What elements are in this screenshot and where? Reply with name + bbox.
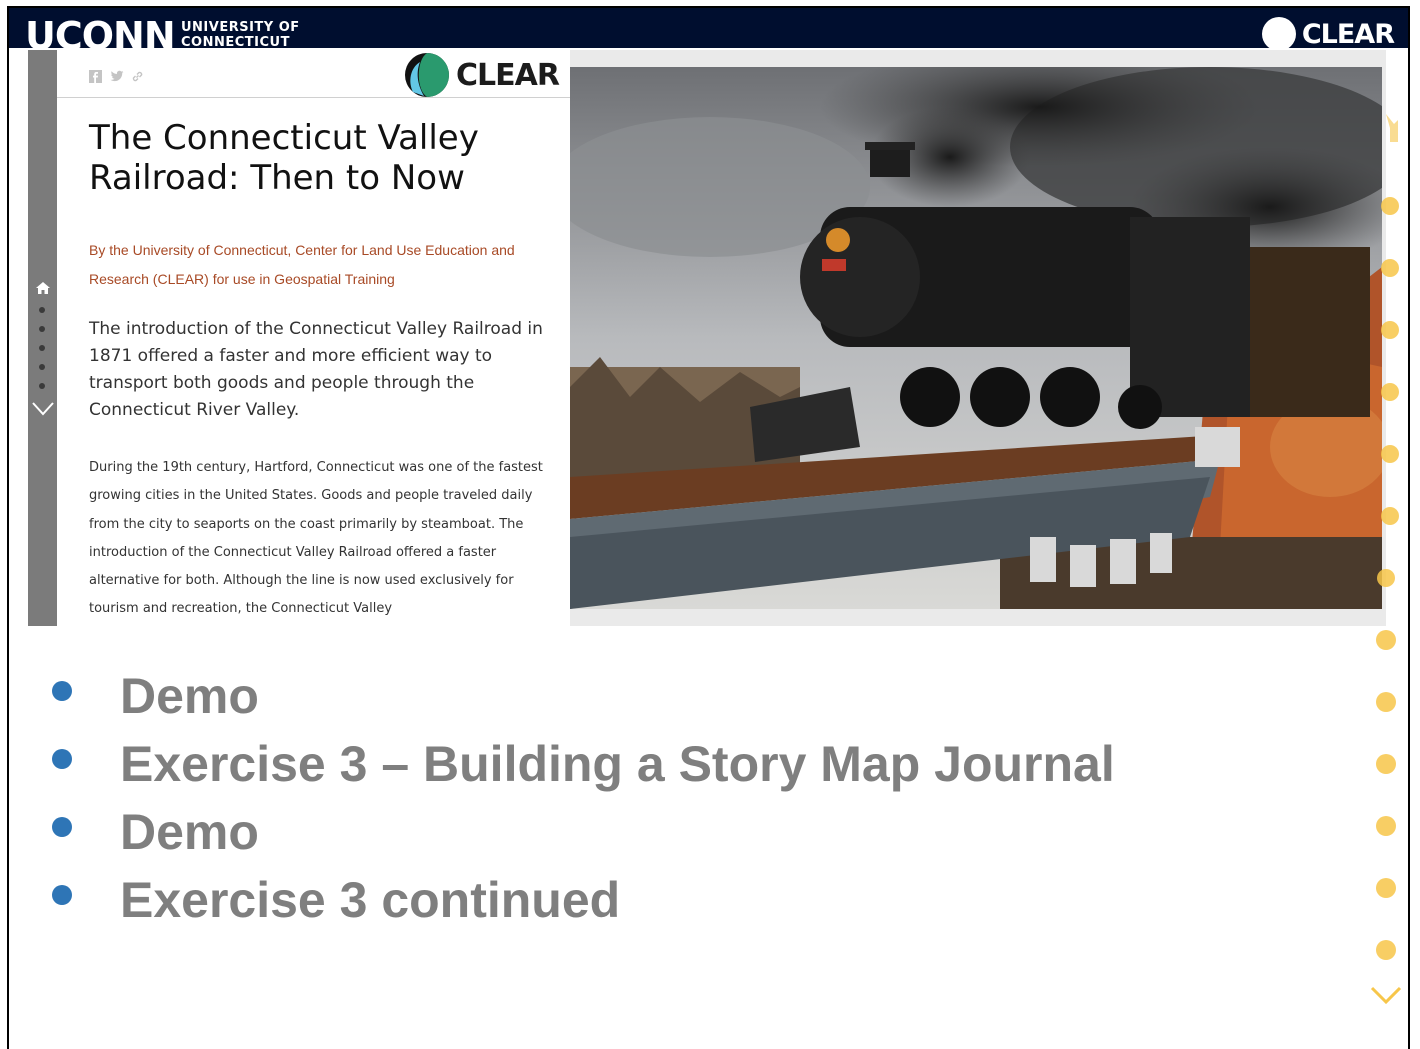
nav-dot[interactable] [39,307,45,313]
story-intro: The introduction of the Connecticut Vall… [89,319,543,420]
facebook-icon[interactable] [89,70,102,83]
uconn-logo-subtitle: UNIVERSITY OF CONNECTICUT [181,20,300,50]
bullet-text: Exercise 3 continued [120,872,621,928]
link-icon[interactable] [131,70,144,83]
panel-divider [57,97,570,98]
home-icon[interactable] [36,282,50,294]
logo-sub-line1: UNIVERSITY OF [181,20,300,35]
story-map-screenshot: CLEAR The Connecticut Valley Railroad: T… [28,50,1386,626]
logo-sub-line2: CONNECTICUT [181,35,290,50]
logo-divider [170,21,172,51]
nav-dot[interactable] [39,364,45,370]
clear-logo-text: CLEAR [456,57,560,93]
nav-dot[interactable] [39,326,45,332]
clear-mark-icon [405,53,449,97]
clear-logo-label: CLEAR [1301,18,1395,50]
decorative-dot-trail [1370,114,1402,1005]
bullet-dot [52,681,72,701]
bullet-dot [52,817,72,837]
story-side-panel: CLEAR The Connecticut Valley Railroad: T… [57,50,570,626]
story-byline: By the University of Connecticut, Center… [89,242,515,287]
share-icons [89,70,144,83]
clear-logo-icon [1261,17,1296,51]
bullet-text: Demo [120,804,259,860]
bullet-dot [52,885,72,905]
bullet-dot [52,749,72,769]
chevron-down-icon[interactable] [32,402,54,416]
story-title: The Connecticut Valley Railroad: Then to… [89,118,479,198]
twitter-icon[interactable] [110,70,124,83]
clear-header-logo: CLEAR [1261,17,1395,51]
header-bar: UCONN UNIVERSITY OF CONNECTICUT CLEAR [9,8,1408,55]
clear-story-logo: CLEAR [404,52,560,98]
train-photo [570,67,1382,609]
nav-dot[interactable] [39,345,45,351]
bullet-text: Demo [120,668,259,724]
nav-dot[interactable] [39,383,45,389]
story-body: During the 19th century, Hartford, Conne… [89,460,543,617]
bullet-text: Exercise 3 – Building a Story Map Journa… [120,736,1115,792]
story-side-nav [28,50,57,626]
